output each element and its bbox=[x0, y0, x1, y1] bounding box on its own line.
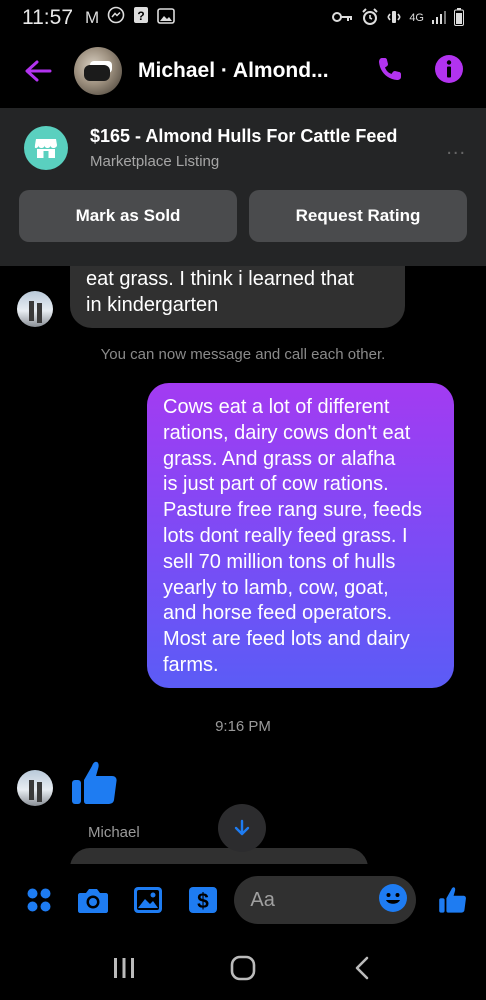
outgoing-message-line: sell 70 million tons of hulls bbox=[163, 550, 396, 573]
apps-button[interactable] bbox=[22, 883, 56, 917]
incoming-message-bubble[interactable] bbox=[70, 848, 368, 864]
conversation-header: Michael · Almond... bbox=[0, 36, 486, 106]
incoming-message-bubble[interactable]: eat grass. I think i learned that in kin… bbox=[70, 266, 405, 328]
emoji-button[interactable] bbox=[378, 883, 408, 918]
info-icon bbox=[435, 54, 463, 83]
outgoing-message-line: Cows eat a lot of different bbox=[163, 396, 390, 418]
listing-text: $165 - Almond Hulls For Cattle Feed Mark… bbox=[90, 126, 397, 170]
outgoing-message-line: grass. And grass or alafha bbox=[163, 447, 396, 470]
outgoing-message-line: lots dont really feed grass. I bbox=[163, 524, 408, 547]
outgoing-message-line: rations, dairy cows don't eat bbox=[163, 421, 411, 444]
gallery-status-icon bbox=[157, 7, 175, 30]
scroll-to-bottom-button[interactable] bbox=[218, 804, 266, 852]
mark-as-sold-button[interactable]: Mark as Sold bbox=[19, 190, 237, 242]
outgoing-message-line: is just part of cow rations. bbox=[163, 473, 389, 496]
messenger-status-icon bbox=[107, 6, 125, 30]
listing-subtitle: Marketplace Listing bbox=[90, 153, 220, 170]
recents-button[interactable] bbox=[102, 946, 146, 990]
send-like-button[interactable] bbox=[436, 883, 470, 917]
image-icon bbox=[133, 887, 162, 913]
outgoing-message-bubble[interactable]: Cows eat a lot of different rations, dai… bbox=[147, 383, 454, 688]
svg-text:?: ? bbox=[138, 9, 145, 23]
key-icon bbox=[332, 10, 354, 27]
message-composer: $ bbox=[0, 864, 486, 936]
store-icon bbox=[34, 139, 57, 158]
sender-name: Michael bbox=[88, 824, 140, 841]
sender-avatar[interactable] bbox=[17, 291, 53, 327]
signal-icon bbox=[431, 10, 447, 27]
nav-back-button[interactable] bbox=[340, 946, 384, 990]
camera-button[interactable] bbox=[77, 883, 111, 917]
system-notice: You can now message and call each other. bbox=[100, 346, 386, 363]
contact-name[interactable]: Michael · Almond... bbox=[138, 59, 329, 83]
store-badge bbox=[24, 126, 68, 170]
payment-button[interactable]: $ bbox=[186, 883, 220, 917]
system-navigation-bar bbox=[0, 936, 486, 1000]
call-button[interactable] bbox=[376, 55, 404, 88]
message-input-field[interactable] bbox=[234, 876, 417, 924]
thumbs-up-icon bbox=[72, 761, 117, 804]
back-arrow-icon bbox=[25, 60, 52, 82]
listing-title: $165 - Almond Hulls For Cattle Feed bbox=[90, 126, 398, 146]
contact-avatar[interactable] bbox=[74, 47, 122, 95]
svg-text:$: $ bbox=[197, 890, 209, 913]
status-bar: 11:57 M ? 4G bbox=[0, 0, 486, 36]
recents-icon bbox=[113, 958, 134, 978]
back-button[interactable] bbox=[16, 49, 60, 93]
message-input[interactable] bbox=[250, 888, 379, 912]
alarm-icon bbox=[361, 7, 379, 29]
listing-actions: Mark as Sold Request Rating bbox=[0, 170, 486, 242]
nav-back-icon bbox=[356, 956, 369, 980]
gallery-button[interactable] bbox=[131, 883, 165, 917]
info-button[interactable] bbox=[434, 54, 464, 89]
status-right: 4G bbox=[332, 7, 464, 29]
outgoing-message-line: farms. bbox=[163, 653, 219, 676]
vibrate-icon bbox=[386, 9, 402, 28]
emoji-icon bbox=[379, 883, 408, 912]
request-rating-button[interactable]: Request Rating bbox=[249, 190, 467, 242]
home-button[interactable] bbox=[221, 946, 265, 990]
gmail-icon: M bbox=[85, 8, 100, 27]
marketplace-listing-card: $165 - Almond Hulls For Cattle Feed Mark… bbox=[0, 108, 486, 266]
outgoing-message-line: yearly to lamb, cow, goat, bbox=[163, 576, 389, 599]
thumbs-up-icon bbox=[439, 887, 467, 913]
status-time: 11:57 bbox=[22, 6, 73, 29]
header-actions bbox=[376, 54, 470, 89]
incoming-message-line: eat grass. I think i learned that bbox=[86, 268, 354, 290]
apps-icon bbox=[27, 888, 51, 912]
message-thread[interactable]: eat grass. I think i learned that in kin… bbox=[0, 266, 486, 864]
outgoing-message-line: Pasture free rang sure, feeds bbox=[163, 499, 423, 522]
camera-icon bbox=[78, 889, 109, 913]
thumbs-up-message[interactable] bbox=[70, 758, 120, 808]
home-icon bbox=[230, 955, 256, 981]
outgoing-message-line: and horse feed operators. bbox=[163, 602, 393, 625]
listing-more-button[interactable]: ... bbox=[446, 137, 466, 160]
outgoing-message-line: Most are feed lots and dairy bbox=[163, 628, 410, 651]
dollar-icon: $ bbox=[188, 887, 217, 913]
incoming-message-line: in kindergarten bbox=[86, 294, 219, 316]
phone-icon bbox=[379, 57, 401, 80]
battery-icon bbox=[454, 7, 464, 29]
network-type: 4G bbox=[409, 12, 424, 24]
notification-icon: ? bbox=[133, 6, 149, 30]
message-timestamp: 9:16 PM bbox=[215, 718, 271, 735]
status-left: 11:57 M ? bbox=[22, 6, 175, 30]
arrow-down-icon bbox=[234, 819, 250, 836]
sender-avatar[interactable] bbox=[17, 770, 53, 806]
listing-info[interactable]: $165 - Almond Hulls For Cattle Feed Mark… bbox=[0, 108, 486, 170]
